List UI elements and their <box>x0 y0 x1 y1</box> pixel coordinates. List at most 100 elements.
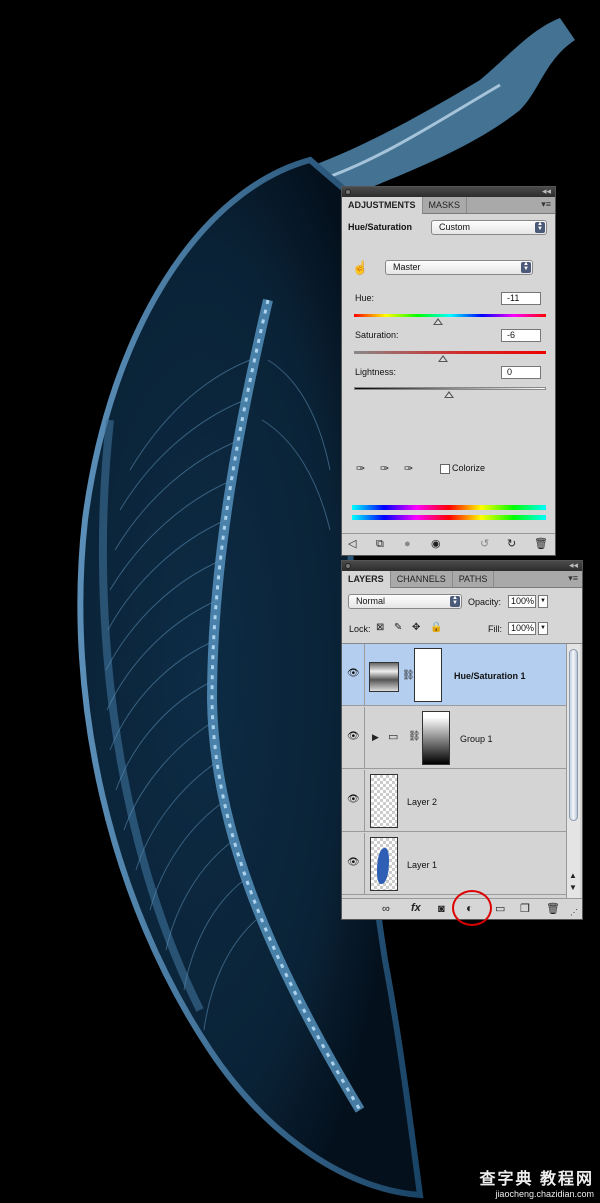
layer-row-group[interactable]: 👁 ▶ ▭ ⛓ Group 1 <box>342 707 566 769</box>
layer-name[interactable]: Layer 1 <box>407 860 437 870</box>
saturation-input[interactable]: -6 <box>501 329 541 342</box>
hue-slider-thumb[interactable] <box>433 318 443 325</box>
layers-panel: ◂◂ LAYERS CHANNELS PATHS ▾≡ Normal ▲ ▼ Op… <box>341 560 583 920</box>
expand-triangle-icon[interactable]: ▶ <box>372 731 379 743</box>
visibility-eye-icon[interactable]: ◉ <box>431 538 441 550</box>
scroll-up-arrow-icon[interactable]: ▲ <box>569 870 577 882</box>
lock-all-icon[interactable]: 🔒 <box>430 622 442 634</box>
group-mask-thumbnail[interactable] <box>422 711 450 765</box>
panel-menu-icon[interactable]: ▾≡ <box>541 199 551 210</box>
lock-label: Lock: <box>349 624 371 634</box>
tab-paths[interactable]: PATHS <box>453 571 495 587</box>
colorize-checkbox[interactable] <box>440 464 450 474</box>
eyedropper-icon[interactable]: ✑ <box>356 463 365 475</box>
layer-style-fx-icon[interactable]: fx <box>411 902 421 914</box>
link-layers-icon[interactable]: ∞ <box>382 903 390 915</box>
layers-tabbar: LAYERS CHANNELS PATHS ▾≡ <box>342 571 582 588</box>
fill-arrow-icon[interactable]: ▼ <box>538 622 548 635</box>
highlight-circle <box>452 890 492 926</box>
adjustments-tabbar: ADJUSTMENTS MASKS ▾≡ <box>342 197 555 214</box>
fill-input[interactable]: 100% <box>508 622 536 635</box>
layer-thumbnail[interactable] <box>370 774 398 828</box>
close-icon[interactable] <box>345 189 351 195</box>
panel-menu-icon[interactable]: ▾≡ <box>568 573 578 584</box>
eyedropper-minus-icon[interactable]: ✑ <box>404 463 413 475</box>
visibility-eye-icon[interactable]: 👁 <box>347 668 360 679</box>
resize-grip-icon[interactable]: ⋰ <box>570 907 578 919</box>
tab-layers[interactable]: LAYERS <box>342 571 391 588</box>
preset-value: Custom <box>439 222 471 232</box>
folder-icon: ▭ <box>388 731 399 743</box>
panel-titlebar[interactable]: ◂◂ <box>342 560 582 571</box>
layer-name[interactable]: Hue/Saturation 1 <box>454 671 526 681</box>
expand-view-icon[interactable]: ⧉ <box>376 538 384 550</box>
saturation-slider-thumb[interactable] <box>438 355 448 362</box>
chain-link-icon[interactable]: ⛓ <box>402 670 415 682</box>
opacity-label: Opacity: <box>468 597 502 607</box>
adjustments-footer: ◁ ⧉ ● ◉ ↺ ↻ 🗑 <box>342 533 555 556</box>
on-image-adjust-hand-icon[interactable]: ☝ <box>352 261 368 274</box>
fish-thumbnail-shape <box>377 848 389 884</box>
close-icon[interactable] <box>345 563 351 569</box>
lock-transparency-icon[interactable]: ⊠ <box>376 622 384 634</box>
eye-column-divider <box>364 833 365 895</box>
scrollbar-thumb[interactable] <box>569 649 578 821</box>
visibility-eye-icon[interactable]: 👁 <box>347 731 360 742</box>
chain-link-icon[interactable]: ⛓ <box>408 731 421 743</box>
adjustment-layer-thumbnail <box>369 662 399 692</box>
collapse-icon[interactable]: ◂◂ <box>569 560 578 571</box>
tab-adjustments[interactable]: ADJUSTMENTS <box>342 197 423 214</box>
layer-mask-thumbnail[interactable] <box>414 648 442 702</box>
back-arrow-icon[interactable]: ◁ <box>348 538 356 550</box>
adjustment-title: Hue/Saturation <box>348 222 413 232</box>
preset-dropdown[interactable]: Custom ▲ ▼ <box>431 220 547 235</box>
lock-position-icon[interactable]: ✥ <box>412 622 420 634</box>
eye-column-divider <box>364 707 365 769</box>
lightness-input[interactable]: 0 <box>501 366 541 379</box>
blend-mode-dropdown[interactable]: Normal ▲ ▼ <box>348 594 462 609</box>
layer-name[interactable]: Layer 2 <box>407 797 437 807</box>
new-layer-icon[interactable]: ❐ <box>520 903 530 915</box>
layer-thumbnail[interactable] <box>370 837 398 891</box>
panel-titlebar[interactable]: ◂◂ <box>342 186 555 197</box>
hue-slider-track[interactable] <box>354 314 546 317</box>
layer-scrollbar[interactable]: ▲ ▼ <box>566 644 580 898</box>
eyedropper-plus-icon[interactable]: ✑ <box>380 463 389 475</box>
lock-pixels-icon[interactable]: ✎ <box>394 622 402 634</box>
lightness-slider-track[interactable] <box>354 387 546 390</box>
hue-input[interactable]: -11 <box>501 292 541 305</box>
new-group-icon[interactable]: ▭ <box>495 903 505 915</box>
chevron-updown-icon: ▲ ▼ <box>535 221 545 233</box>
lightness-label: Lightness: <box>355 367 397 377</box>
colorize-label: Colorize <box>452 463 486 473</box>
hue-label: Hue: <box>355 293 375 303</box>
layer-row-hue-saturation[interactable]: 👁 ⛓ Hue/Saturation 1 <box>342 644 566 706</box>
layer-name[interactable]: Group 1 <box>460 734 493 744</box>
clip-to-layer-icon[interactable]: ● <box>404 538 411 550</box>
tab-masks[interactable]: MASKS <box>423 197 468 213</box>
add-mask-icon[interactable]: ◙ <box>438 903 445 915</box>
visibility-eye-icon[interactable]: 👁 <box>347 857 360 868</box>
layer-row-layer-1[interactable]: 👁 Layer 1 <box>342 833 566 895</box>
trash-icon[interactable]: 🗑 <box>534 538 548 550</box>
channel-dropdown[interactable]: Master ▲ ▼ <box>385 260 533 275</box>
view-previous-icon[interactable]: ↺ <box>480 538 489 550</box>
lightness-slider-thumb[interactable] <box>444 391 454 398</box>
trash-icon[interactable]: 🗑 <box>546 903 560 915</box>
tab-channels[interactable]: CHANNELS <box>391 571 453 587</box>
layer-row-layer-2[interactable]: 👁 Layer 2 <box>342 770 566 832</box>
opacity-arrow-icon[interactable]: ▼ <box>538 595 548 608</box>
output-color-bar <box>352 515 546 520</box>
layer-list: 👁 ⛓ Hue/Saturation 1 👁 ▶ ▭ ⛓ Group 1 👁 L… <box>342 643 582 898</box>
saturation-label: Saturation: <box>355 330 399 340</box>
saturation-slider-track[interactable] <box>354 351 546 354</box>
scroll-down-arrow-icon[interactable]: ▼ <box>569 882 577 894</box>
visibility-eye-icon[interactable]: 👁 <box>347 794 360 805</box>
input-color-bar <box>352 505 546 510</box>
opacity-input[interactable]: 100% <box>508 595 536 608</box>
collapse-icon[interactable]: ◂◂ <box>542 186 551 197</box>
chevron-updown-icon: ▲ ▼ <box>521 261 531 273</box>
reset-icon[interactable]: ↻ <box>507 538 516 550</box>
blend-mode-value: Normal <box>356 596 386 606</box>
watermark-title: 查字典 教程网 <box>479 1171 594 1188</box>
